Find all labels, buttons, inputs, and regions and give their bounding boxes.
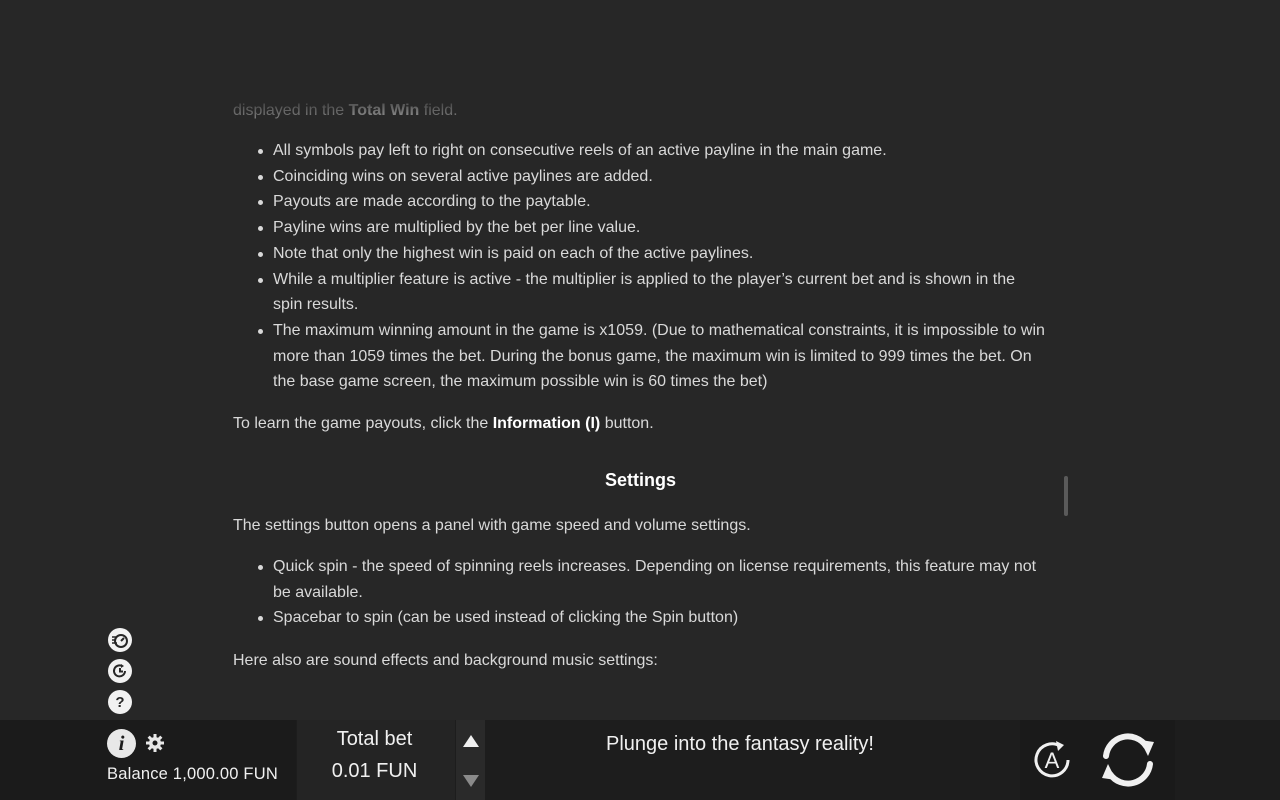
list-item: The maximum winning amount in the game i… xyxy=(258,318,1048,395)
turbo-icon xyxy=(112,634,128,648)
bet-arrows xyxy=(456,720,485,800)
autoplay-label: A xyxy=(1045,748,1060,773)
list-item: Payline wins are multiplied by the bet p… xyxy=(258,215,1048,241)
total-bet-value: 0.01 FUN xyxy=(331,760,418,782)
autoplay-icon: A xyxy=(1034,741,1070,778)
bet-increase-button[interactable] xyxy=(463,735,479,747)
rules-content[interactable]: displayed in the Total Win field. All sy… xyxy=(233,0,1048,720)
balance-text: Balance 1,000.00 FUN xyxy=(107,765,278,783)
bet-panel: Total bet 0.01 FUN xyxy=(297,720,455,800)
close-button[interactable] xyxy=(1086,47,1112,73)
rules-list: All symbols pay left to right on consecu… xyxy=(258,138,1048,395)
payouts-text: To learn the game payouts, click the Inf… xyxy=(233,415,654,432)
message-text: Plunge into the fantasy reality! xyxy=(606,733,874,755)
total-bet-label: Total bet xyxy=(336,728,413,750)
bottom-bar: i Balance 1,000.00 FUN Total bet 0.01 FU… xyxy=(0,720,1280,800)
bet-decrease-button[interactable] xyxy=(463,775,479,787)
close-icon xyxy=(1090,51,1108,69)
intro-text: displayed in the Total Win field. xyxy=(233,102,458,119)
history-icon xyxy=(113,664,126,678)
scrollbar-thumb[interactable] xyxy=(1064,476,1068,516)
settings-heading: Settings xyxy=(604,470,676,490)
info-button[interactable]: i xyxy=(107,729,136,758)
side-icons: ? xyxy=(108,628,132,721)
gear-icon xyxy=(146,734,164,752)
help-button[interactable]: ? xyxy=(108,690,132,714)
turbo-button[interactable] xyxy=(108,628,132,652)
list-item: Coinciding wins on several active paylin… xyxy=(258,164,1048,190)
spin-icon xyxy=(1102,733,1154,787)
settings-list: Quick spin - the speed of spinning reels… xyxy=(258,554,1048,631)
list-item: Quick spin - the speed of spinning reels… xyxy=(258,554,1048,605)
list-item: While a multiplier feature is active - t… xyxy=(258,267,1048,318)
list-item: Payouts are made according to the paytab… xyxy=(258,189,1048,215)
help-icon: ? xyxy=(115,693,125,711)
sound-settings-text: Here also are sound effects and backgrou… xyxy=(233,652,658,669)
info-icon: i xyxy=(118,731,125,755)
list-item: All symbols pay left to right on consecu… xyxy=(258,138,1048,164)
list-item: Note that only the highest win is paid o… xyxy=(258,241,1048,267)
list-item: Spacebar to spin (can be used instead of… xyxy=(258,605,1048,631)
settings-button[interactable] xyxy=(144,733,166,755)
settings-description: The settings button opens a panel with g… xyxy=(233,517,751,534)
balance-panel xyxy=(0,720,296,800)
autoplay-button[interactable]: A xyxy=(1028,736,1076,784)
spin-button[interactable] xyxy=(1094,726,1162,794)
history-button[interactable] xyxy=(108,659,132,683)
